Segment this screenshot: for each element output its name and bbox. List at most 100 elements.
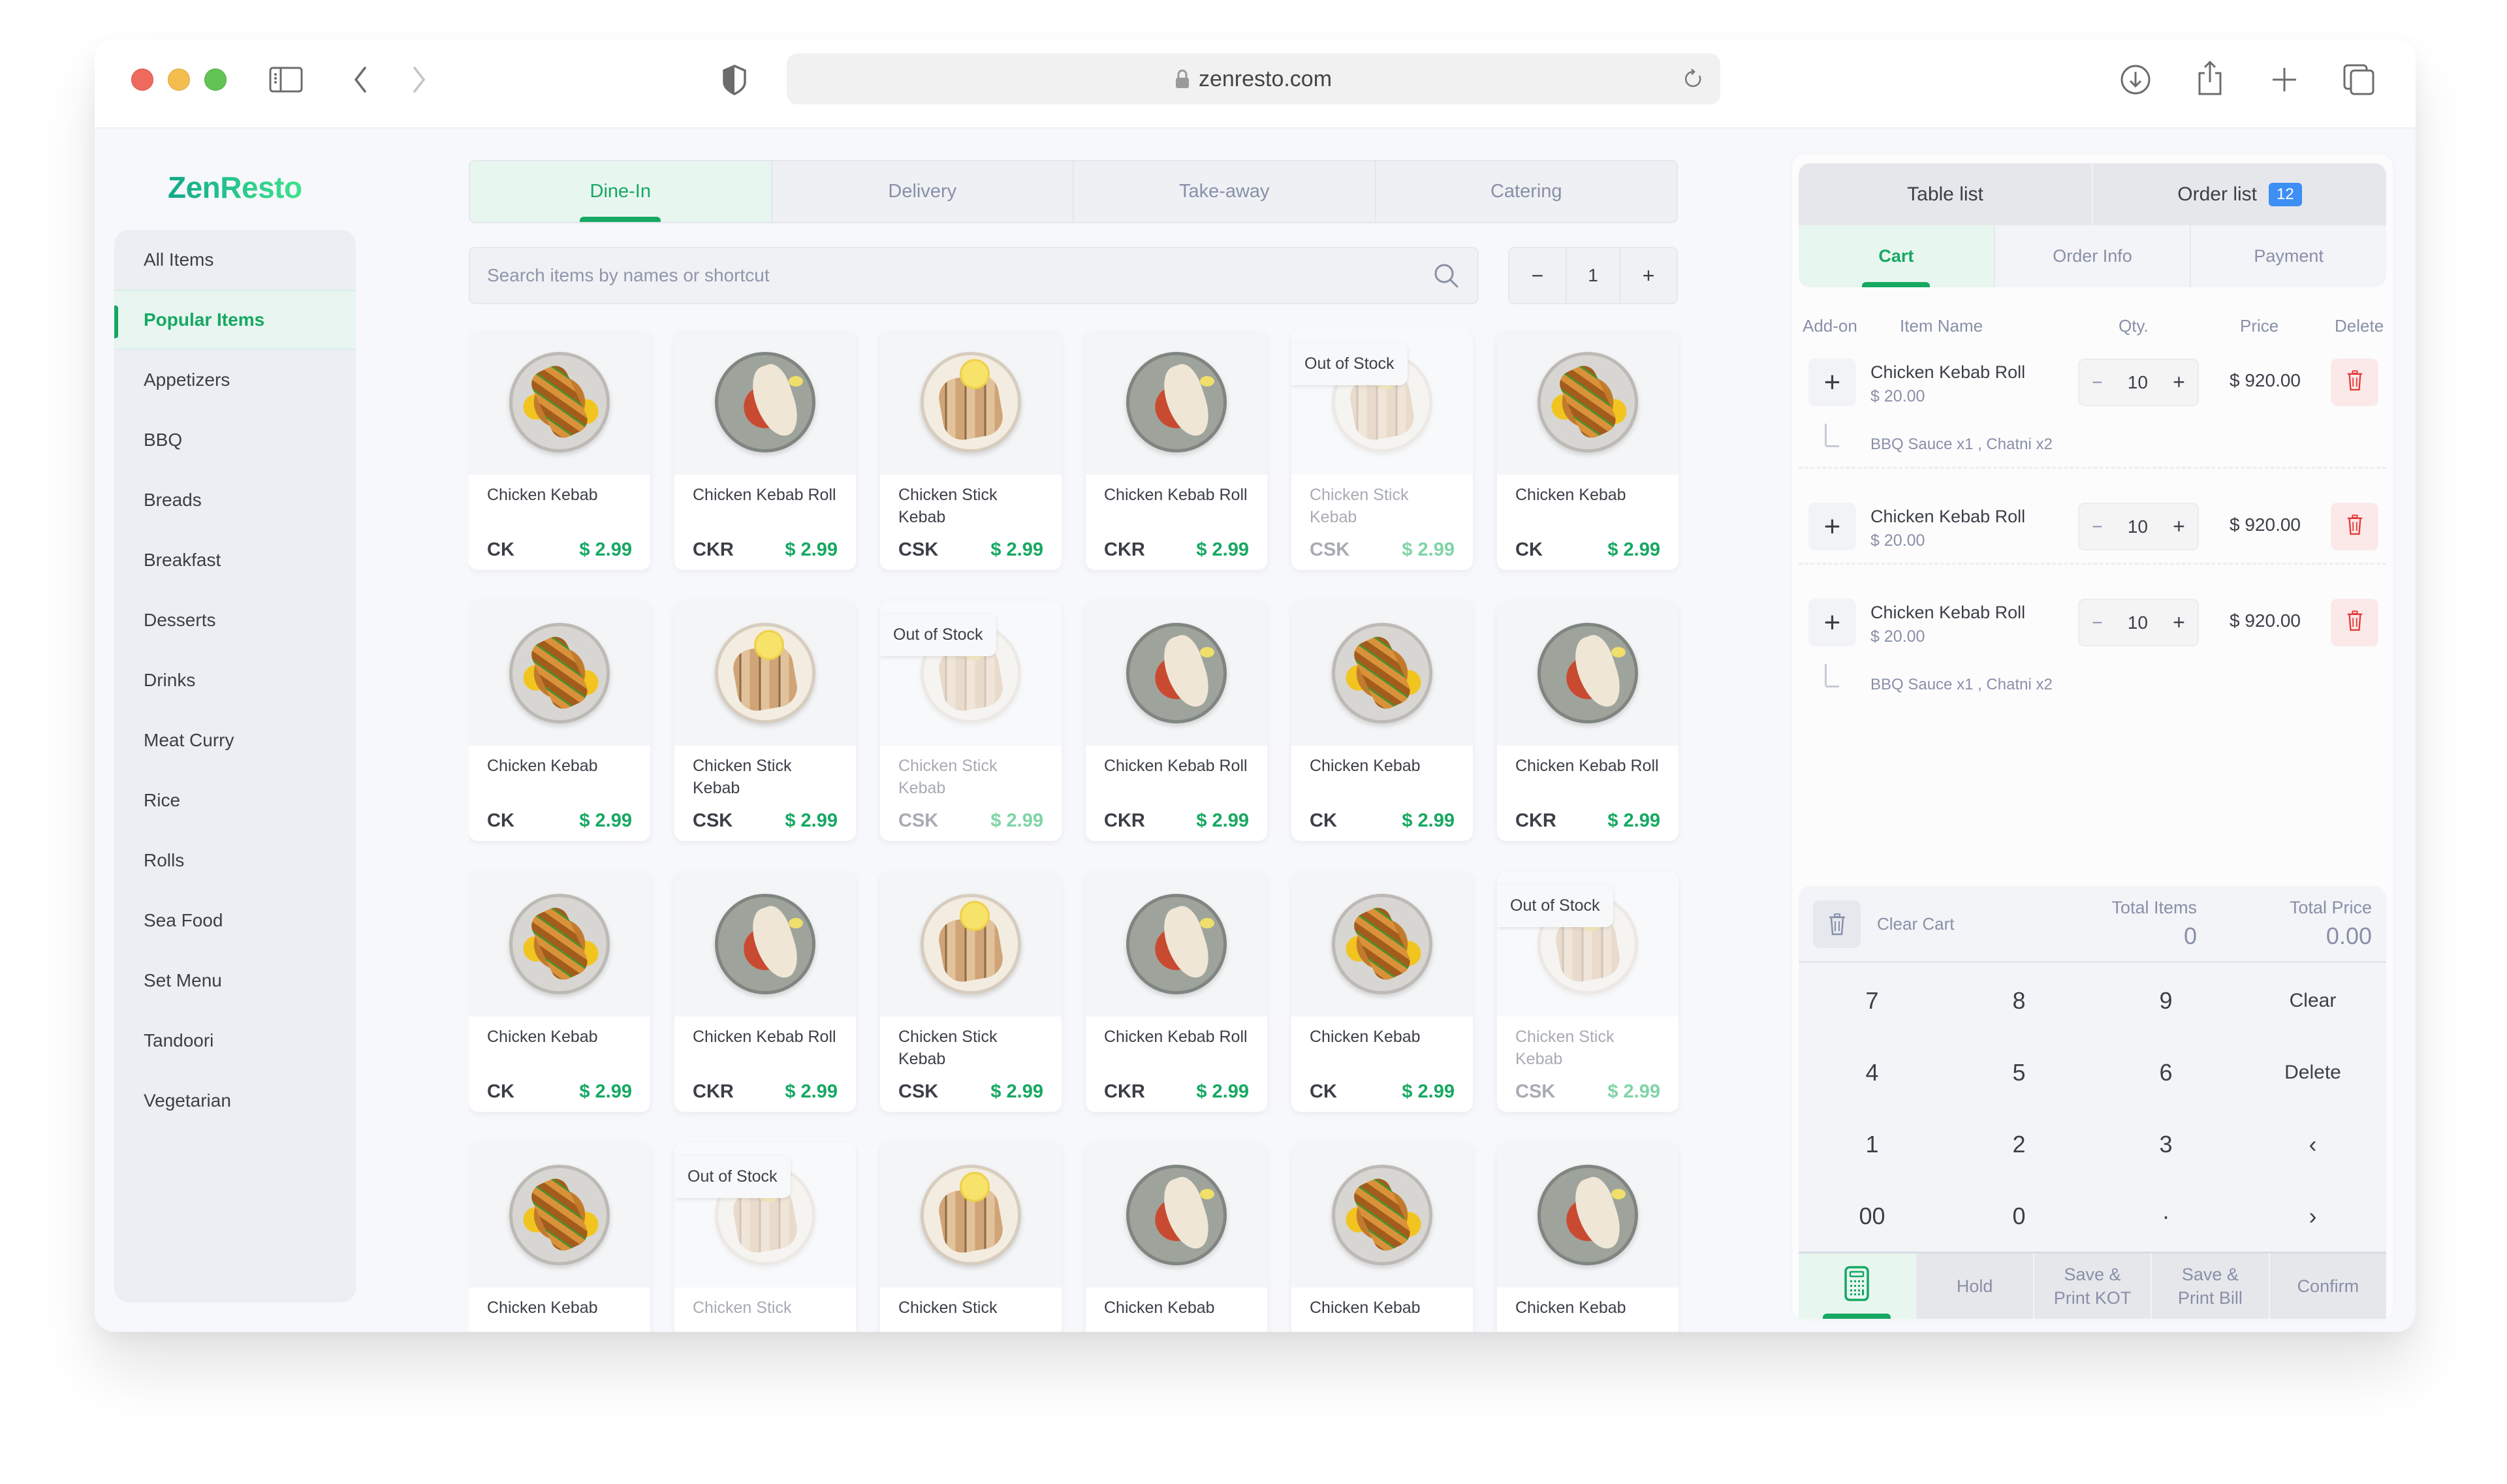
clear-cart-trash-icon[interactable] xyxy=(1813,900,1861,948)
keypad-2[interactable]: 2 xyxy=(1946,1109,2092,1180)
keypad-8[interactable]: 8 xyxy=(1946,965,2092,1037)
add-addon-button[interactable]: + xyxy=(1808,599,1856,646)
product-card[interactable]: Chicken Kebab CK $ 2.99 xyxy=(469,601,650,841)
product-card[interactable]: Chicken Kebab xyxy=(469,1143,650,1332)
address-bar[interactable]: zenresto.com xyxy=(787,54,1720,104)
quantity-decrease-button[interactable]: − xyxy=(1509,248,1566,303)
product-card[interactable]: Chicken Kebab Roll CKR $ 2.99 xyxy=(1497,601,1679,841)
shield-icon[interactable] xyxy=(720,64,749,95)
product-card[interactable]: Chicken Kebab CK $ 2.99 xyxy=(1291,872,1473,1112)
product-card[interactable]: Out of Stock Chicken Stick Kebab CSK $ 2.99 xyxy=(1291,330,1473,570)
tab-delivery[interactable]: Delivery xyxy=(772,161,1074,222)
sidebar-item-set-menu[interactable]: Set Menu xyxy=(114,951,356,1011)
calculator-button[interactable] xyxy=(1799,1254,1917,1319)
delete-item-button[interactable] xyxy=(2331,503,2378,550)
cart-item-qty[interactable]: 10 xyxy=(2128,372,2148,393)
qty-increase-button[interactable]: + xyxy=(2173,370,2185,394)
keypad-7[interactable]: 7 xyxy=(1799,965,1946,1037)
clear-cart-button[interactable]: Clear Cart xyxy=(1877,914,1954,934)
sidebar-item-desserts[interactable]: Desserts xyxy=(114,590,356,650)
minimize-window-button[interactable] xyxy=(168,69,190,91)
keypad-left[interactable]: ‹ xyxy=(2239,1109,2386,1180)
quantity-increase-button[interactable]: + xyxy=(1620,248,1677,303)
product-card[interactable]: Chicken Kebab xyxy=(1497,1143,1679,1332)
keypad-00[interactable]: 00 xyxy=(1799,1180,1946,1252)
product-card[interactable]: Chicken Stick xyxy=(880,1143,1062,1332)
forward-icon[interactable] xyxy=(409,64,429,95)
product-card[interactable]: Chicken Kebab CK $ 2.99 xyxy=(469,872,650,1112)
delete-item-button[interactable] xyxy=(2331,599,2378,646)
tab-payment[interactable]: Payment xyxy=(2191,225,2386,287)
qty-increase-button[interactable]: + xyxy=(2173,610,2185,635)
product-card[interactable]: Chicken Kebab CK $ 2.99 xyxy=(1291,601,1473,841)
cart-item-qty[interactable]: 10 xyxy=(2128,612,2148,633)
cart-item-qty[interactable]: 10 xyxy=(2128,516,2148,537)
back-icon[interactable] xyxy=(351,64,370,95)
search-input[interactable] xyxy=(487,265,1432,286)
keypad-6[interactable]: 6 xyxy=(2092,1037,2239,1109)
sidebar-item-breads[interactable]: Breads xyxy=(114,470,356,530)
product-card[interactable]: Chicken Kebab CK $ 2.99 xyxy=(469,330,650,570)
delete-item-button[interactable] xyxy=(2331,358,2378,406)
product-card[interactable]: Chicken Stick Kebab CSK $ 2.99 xyxy=(880,330,1062,570)
sidebar-item-popular-items[interactable]: Popular Items xyxy=(114,290,356,350)
add-addon-button[interactable]: + xyxy=(1808,358,1856,406)
download-icon[interactable] xyxy=(2119,64,2152,95)
quantity-value[interactable]: 1 xyxy=(1566,248,1620,303)
qty-decrease-button[interactable]: − xyxy=(2092,372,2102,393)
tab-table-list[interactable]: Table list xyxy=(1799,163,2093,225)
keypad-0[interactable]: 0 xyxy=(1946,1180,2092,1252)
tab-cart[interactable]: Cart xyxy=(1799,225,1995,287)
product-card[interactable]: Chicken Kebab Roll CKR $ 2.99 xyxy=(674,872,856,1112)
keypad-clear[interactable]: Clear xyxy=(2239,965,2386,1037)
product-card[interactable]: Chicken Stick Kebab CSK $ 2.99 xyxy=(880,872,1062,1112)
sidebar-item-all-items[interactable]: All Items xyxy=(114,230,356,290)
sidebar-toggle-icon[interactable] xyxy=(268,64,304,95)
product-card[interactable]: Out of Stock Chicken Stick xyxy=(674,1143,856,1332)
search-icon[interactable] xyxy=(1432,261,1460,290)
reload-icon[interactable] xyxy=(1684,68,1703,96)
save-print-kot-button[interactable]: Save & Print KOT xyxy=(2034,1254,2152,1319)
tab-order-info[interactable]: Order Info xyxy=(1995,225,2192,287)
close-window-button[interactable] xyxy=(131,69,153,91)
sidebar-item-breakfast[interactable]: Breakfast xyxy=(114,530,356,590)
keypad-delete[interactable]: Delete xyxy=(2239,1037,2386,1109)
share-icon[interactable] xyxy=(2193,59,2227,98)
keypad-9[interactable]: 9 xyxy=(2092,965,2239,1037)
keypad-5[interactable]: 5 xyxy=(1946,1037,2092,1109)
tab-dine-in[interactable]: Dine-In xyxy=(470,161,772,222)
qty-decrease-button[interactable]: − xyxy=(2092,612,2102,633)
product-card[interactable]: Chicken Kebab Roll CKR $ 2.99 xyxy=(1086,601,1267,841)
confirm-button[interactable]: Confirm xyxy=(2269,1254,2386,1319)
qty-increase-button[interactable]: + xyxy=(2173,514,2185,539)
app-logo[interactable]: ZenResto xyxy=(168,170,302,205)
product-card[interactable]: Chicken Kebab xyxy=(1086,1143,1267,1332)
product-card[interactable]: Chicken Kebab Roll CKR $ 2.99 xyxy=(674,330,856,570)
product-card[interactable]: Chicken Kebab CK $ 2.99 xyxy=(1497,330,1679,570)
sidebar-item-appetizers[interactable]: Appetizers xyxy=(114,350,356,410)
sidebar-item-rice[interactable]: Rice xyxy=(114,770,356,830)
tab-catering[interactable]: Catering xyxy=(1376,161,1677,222)
sidebar-item-bbq[interactable]: BBQ xyxy=(114,410,356,470)
tabs-overview-icon[interactable] xyxy=(2341,64,2377,95)
keypad-right[interactable]: › xyxy=(2239,1180,2386,1252)
qty-decrease-button[interactable]: − xyxy=(2092,516,2102,537)
product-card[interactable]: Chicken Kebab Roll CKR $ 2.99 xyxy=(1086,872,1267,1112)
new-tab-icon[interactable] xyxy=(2267,64,2301,95)
product-card[interactable]: Chicken Kebab Roll CKR $ 2.99 xyxy=(1086,330,1267,570)
save-print-bill-button[interactable]: Save & Print Bill xyxy=(2152,1254,2270,1319)
product-card[interactable]: Out of Stock Chicken Stick Kebab CSK $ 2.99 xyxy=(880,601,1062,841)
keypad-1[interactable]: 1 xyxy=(1799,1109,1946,1180)
maximize-window-button[interactable] xyxy=(204,69,227,91)
hold-button[interactable]: Hold xyxy=(1916,1254,2034,1319)
product-card[interactable]: Chicken Kebab xyxy=(1291,1143,1473,1332)
tab-order-list[interactable]: Order list 12 xyxy=(2093,163,2386,225)
product-card[interactable]: Out of Stock Chicken Stick Kebab CSK $ 2.99 xyxy=(1497,872,1679,1112)
sidebar-item-meat-curry[interactable]: Meat Curry xyxy=(114,710,356,770)
sidebar-item-tandoori[interactable]: Tandoori xyxy=(114,1011,356,1071)
keypad-3[interactable]: 3 xyxy=(2092,1109,2239,1180)
sidebar-item-sea-food[interactable]: Sea Food xyxy=(114,891,356,951)
sidebar-item-drinks[interactable]: Drinks xyxy=(114,650,356,710)
add-addon-button[interactable]: + xyxy=(1808,503,1856,550)
product-card[interactable]: Chicken Stick Kebab CSK $ 2.99 xyxy=(674,601,856,841)
